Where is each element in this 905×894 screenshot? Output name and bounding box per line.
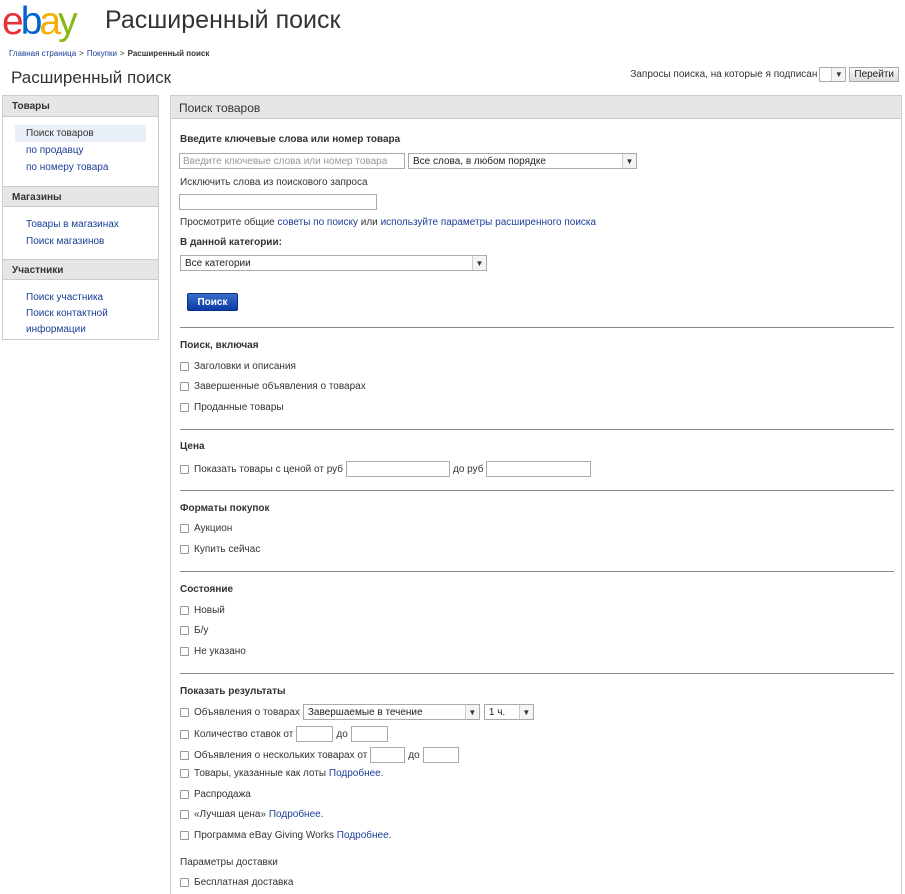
include-title: Поиск, включая [180,340,259,351]
breadcrumb-home[interactable]: Главная страница [9,49,76,58]
price-title: Цена [180,441,205,452]
saved-searches: Запросы поиска, на которые я подписан ▼ … [630,67,899,82]
sidebar-section-title: Магазины [3,186,158,207]
hours-select[interactable]: 1 ч. ▼ [483,704,534,720]
sidebar-section-title: Товары [3,96,158,117]
option-free-shipping[interactable]: Бесплатная доставка [180,877,293,888]
formats-title: Форматы покупок [180,503,270,514]
ebay-logo[interactable]: ebay [2,2,92,42]
multi-max-input[interactable] [422,747,459,763]
condition-title: Состояние [180,584,234,595]
checkbox[interactable] [180,524,189,533]
checkbox[interactable] [180,647,189,656]
breadcrumb: Главная страница > Покупки > Расширенный пои… [9,49,210,58]
option-titles-descriptions[interactable]: Заголовки и описания [180,361,296,372]
divider [180,673,894,674]
bids-max-input[interactable] [350,726,388,742]
chevron-down-icon: ▼ [831,68,846,81]
divider [180,327,894,328]
checkbox[interactable] [180,769,189,778]
advanced-search-link[interactable]: используйте параметры расширенного поиск… [381,217,597,228]
checkbox[interactable] [180,707,189,717]
checkbox[interactable] [180,403,189,412]
bids-range-row: Количество ставок от до [180,726,388,742]
search-button[interactable]: Поиск [187,293,238,311]
divider [180,490,894,491]
sidebar-item-store-items[interactable]: Товары в магазинах [3,216,158,233]
option-sale[interactable]: Распродажа [180,789,251,800]
checkbox[interactable] [180,464,189,474]
shipping-title: Параметры доставки [180,857,278,868]
sidebar-item-find-stores[interactable]: Поиск магазинов [3,233,158,250]
price-max-input[interactable] [486,461,592,477]
option-new[interactable]: Новый [180,605,225,616]
option-buy-it-now[interactable]: Купить сейчас [180,544,260,555]
exclude-input[interactable] [179,194,377,210]
multi-quantity-row: Объявления о нескольких товарах от до [180,747,459,763]
chevron-down-icon: ▼ [518,705,533,719]
category-select[interactable]: Все категории ▼ [180,255,487,271]
checkbox[interactable] [180,545,189,554]
breadcrumb-shopping[interactable]: Покупки [87,49,117,58]
checkbox[interactable] [180,750,189,760]
checkbox[interactable] [180,626,189,635]
exclude-label: Исключить слова из поискового запроса [180,177,368,188]
price-min-input[interactable] [346,461,450,477]
option-completed-listings[interactable]: Завершенные объявления о товарах [180,381,366,392]
option-giving-works[interactable]: Программа eBay Giving Works Подробнее. [180,830,391,841]
option-not-specified[interactable]: Не указано [180,646,246,657]
category-label: В данной категории: [180,237,282,248]
saved-searches-select[interactable]: ▼ [819,67,847,82]
checkbox[interactable] [180,878,189,887]
sidebar-section-title: Участники [3,259,158,280]
keywords-label: Введите ключевые слова или номер товара [180,134,401,145]
chevron-down-icon: ▼ [464,705,479,719]
option-best-offer[interactable]: «Лучшая цена» Подробнее. [180,809,323,820]
keywords-mode-select[interactable]: Все слова, в любом порядке ▼ [408,153,637,169]
bids-min-input[interactable] [296,726,334,742]
panel-title: Поиск товаров [171,96,901,119]
sidebar-item-search-items[interactable]: Поиск товаров [15,125,146,142]
search-tips-link[interactable]: советы по поиску [278,217,358,228]
best-offer-more-link[interactable]: Подробнее. [269,809,324,820]
lots-more-link[interactable]: Подробнее. [329,768,384,779]
checkbox[interactable] [180,362,189,371]
multi-min-input[interactable] [370,747,406,763]
giving-works-more-link[interactable]: Подробнее. [337,830,392,841]
chevron-down-icon: ▼ [472,256,486,270]
search-panel: Поиск товаров Введите ключевые слова или… [170,95,902,894]
listings-ending-row: Объявления о товарах Завершаемые в течен… [180,704,534,720]
results-title: Показать результаты [180,686,286,697]
option-lots[interactable]: Товары, указанные как лоты Подробнее. [180,768,384,779]
option-used[interactable]: Б/у [180,625,208,636]
checkbox[interactable] [180,606,189,615]
breadcrumb-current: Расширенный поиск [127,49,210,58]
sidebar: Товары Поиск товаров по продавцу по номе… [2,95,159,340]
sidebar-item-by-seller[interactable]: по продавцу [3,142,158,159]
checkbox[interactable] [180,810,189,819]
option-sold-items[interactable]: Проданные товары [180,402,284,413]
tips-text: Просмотрите общие советы по поиску или и… [180,217,597,228]
sidebar-item-find-member[interactable]: Поиск участника [3,289,158,306]
option-auction[interactable]: Аукцион [180,523,232,534]
sidebar-item-by-item-number[interactable]: по номеру товара [3,159,158,176]
checkbox[interactable] [180,729,189,739]
listings-ending-select[interactable]: Завершаемые в течение ▼ [302,704,480,720]
checkbox[interactable] [180,790,189,799]
checkbox[interactable] [180,382,189,391]
price-range-row: Показать товары с ценой от руб до руб [180,461,592,477]
saved-searches-label: Запросы поиска, на которые я подписан [630,69,818,80]
divider [180,571,894,572]
keywords-input[interactable] [179,153,405,169]
header-title: Расширенный поиск [105,6,341,34]
chevron-down-icon: ▼ [622,154,636,168]
checkbox[interactable] [180,831,189,840]
page-title: Расширенный поиск [11,68,172,87]
go-button[interactable]: Перейти [849,67,899,82]
sidebar-item-contact-info[interactable]: Поиск контактной информации [3,306,123,338]
divider [180,429,894,430]
